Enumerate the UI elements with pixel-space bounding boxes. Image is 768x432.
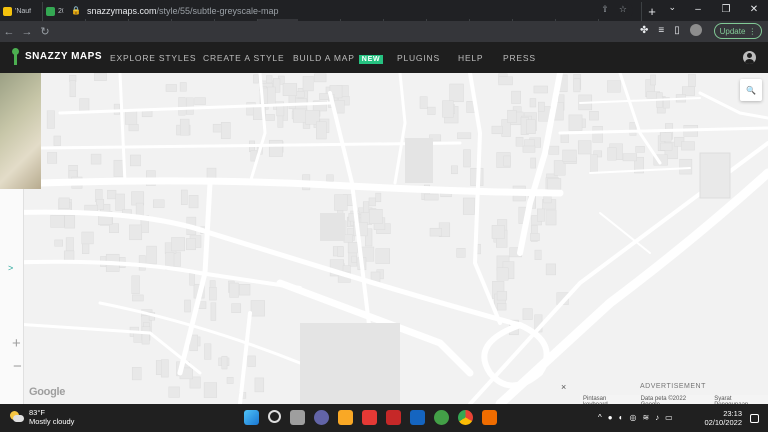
- tray-network-icon[interactable]: ◐: [619, 413, 624, 422]
- keyboard-shortcuts-link[interactable]: Pintasan keyboard: [583, 396, 631, 404]
- map-canvas[interactable]: > + − 🔍 Google × ADVERTISEMENT Pintasan …: [0, 73, 768, 404]
- zoom-out-button[interactable]: −: [13, 358, 22, 375]
- windows-taskbar: 83°F Mostly cloudy ^ ● ◐ ◎ ≋ ♪ ▭ 23:13 0…: [0, 404, 768, 432]
- partly-cloudy-icon: [10, 411, 24, 423]
- nav-create-a-style[interactable]: CREATE A STYLE: [203, 53, 284, 63]
- extensions-puzzle-icon[interactable]: ✤: [640, 25, 648, 36]
- lock-icon[interactable]: 🔒: [71, 6, 81, 15]
- address-bar[interactable]: 🔒 snazzymaps.com/style/55/subtle-greysca…: [63, 2, 633, 19]
- omnibox-actions: ⇪ ☆: [601, 4, 627, 15]
- weather-widget[interactable]: 83°F Mostly cloudy: [10, 408, 74, 426]
- nav-build-a-map-label: BUILD A MAP: [293, 53, 355, 63]
- temperature-text: 83°F: [29, 408, 45, 417]
- acrobat-icon[interactable]: [362, 410, 377, 425]
- window-controls: – ❐ ✕: [684, 0, 768, 21]
- clock-date: 02/10/2022: [704, 418, 742, 427]
- terms-link[interactable]: Syarat Penggunaan: [714, 396, 765, 404]
- notification-icon[interactable]: [750, 414, 759, 423]
- greyscale-map-tiles: [0, 73, 768, 404]
- map-search-button[interactable]: 🔍: [740, 79, 762, 101]
- chrome-alt-icon[interactable]: [434, 410, 449, 425]
- share-icon[interactable]: ⇪: [601, 4, 609, 15]
- tray-app-icon[interactable]: ●: [608, 413, 613, 422]
- pinned-apps: [244, 410, 497, 425]
- minimize-icon[interactable]: –: [684, 0, 712, 21]
- tab-favicon-icon: [46, 7, 55, 16]
- tray-chevron-icon[interactable]: ^: [598, 413, 602, 422]
- new-badge: NEW: [358, 55, 384, 64]
- clock-time: 23:13: [723, 409, 742, 418]
- system-tray: ^ ● ◐ ◎ ≋ ♪ ▭: [598, 413, 673, 422]
- tab-search-icon[interactable]: ⌄: [668, 2, 676, 13]
- back-icon[interactable]: ←: [0, 26, 18, 38]
- browser-tab[interactable]: 'Nauf: [0, 2, 43, 21]
- word-icon[interactable]: [410, 410, 425, 425]
- expand-panel-icon[interactable]: >: [8, 263, 13, 273]
- tray-security-icon[interactable]: ◎: [629, 413, 636, 422]
- extension-area: ✤ ≡ ▯: [640, 24, 702, 36]
- weather-condition-text: Mostly cloudy: [29, 417, 75, 426]
- nav-help[interactable]: HELP: [458, 53, 483, 63]
- wifi-icon[interactable]: ≋: [642, 413, 649, 422]
- profile-avatar[interactable]: [689, 24, 702, 36]
- battery-icon[interactable]: ▭: [665, 413, 673, 422]
- url-path: /style/55/subtle-greyscale-map: [156, 5, 279, 16]
- map-pin-logo-icon: [11, 48, 20, 65]
- maximize-icon[interactable]: ❐: [712, 0, 740, 21]
- volume-icon[interactable]: ♪: [655, 413, 659, 422]
- system-clock[interactable]: 23:13 02/10/2022: [704, 409, 742, 427]
- advertisement-label: ADVERTISEMENT: [640, 383, 706, 390]
- nav-build-a-map[interactable]: BUILD A MAP NEW: [293, 53, 384, 64]
- windows-start-icon[interactable]: [244, 410, 259, 425]
- file-explorer-icon[interactable]: [338, 410, 353, 425]
- chrome-icon[interactable]: [458, 410, 473, 425]
- teams-chat-icon[interactable]: [314, 410, 329, 425]
- reload-icon[interactable]: ↻: [36, 25, 54, 38]
- tab-title: 'Nauf: [15, 8, 32, 15]
- zoom-in-button[interactable]: +: [12, 335, 21, 352]
- nav-plugins[interactable]: PLUGINS: [397, 53, 440, 63]
- url-text[interactable]: snazzymaps.com/style/55/subtle-greyscale…: [87, 6, 279, 16]
- url-host: snazzymaps.com: [86, 5, 157, 16]
- presentation-app-icon[interactable]: [386, 410, 401, 425]
- search-taskbar-icon[interactable]: [268, 410, 281, 423]
- update-button[interactable]: Update ⋮: [714, 23, 762, 39]
- side-panel-icon[interactable]: ▯: [674, 25, 680, 36]
- nav-explore-styles[interactable]: EXPLORE STYLES: [110, 53, 196, 63]
- nav-press[interactable]: PRESS: [503, 53, 536, 63]
- account-icon[interactable]: [743, 51, 756, 64]
- bookmark-star-icon[interactable]: ☆: [619, 4, 627, 15]
- tab-favicon-icon: [3, 7, 12, 16]
- style-preview-thumbnail[interactable]: [0, 73, 41, 189]
- forward-icon[interactable]: →: [18, 26, 36, 38]
- logo-text: SNAZZY MAPS: [25, 51, 102, 62]
- task-view-icon[interactable]: [290, 410, 305, 425]
- app-orange-icon[interactable]: [482, 410, 497, 425]
- search-icon: 🔍: [746, 85, 756, 95]
- site-logo[interactable]: SNAZZY MAPS: [11, 48, 102, 65]
- reading-list-icon[interactable]: ≡: [658, 25, 664, 36]
- ad-close-icon[interactable]: ×: [561, 382, 566, 392]
- site-header: SNAZZY MAPS EXPLORE STYLES CREATE A STYL…: [0, 42, 768, 73]
- map-attribution: Pintasan keyboard Data peta ©2022 Google…: [580, 395, 768, 404]
- google-logo: Google: [29, 386, 66, 398]
- new-tab-button[interactable]: +: [642, 2, 662, 21]
- map-data-text: Data peta ©2022 Google: [640, 396, 687, 404]
- more-menu-icon: ⋮: [748, 26, 757, 36]
- update-label: Update: [719, 26, 746, 36]
- close-window-icon[interactable]: ✕: [740, 0, 768, 21]
